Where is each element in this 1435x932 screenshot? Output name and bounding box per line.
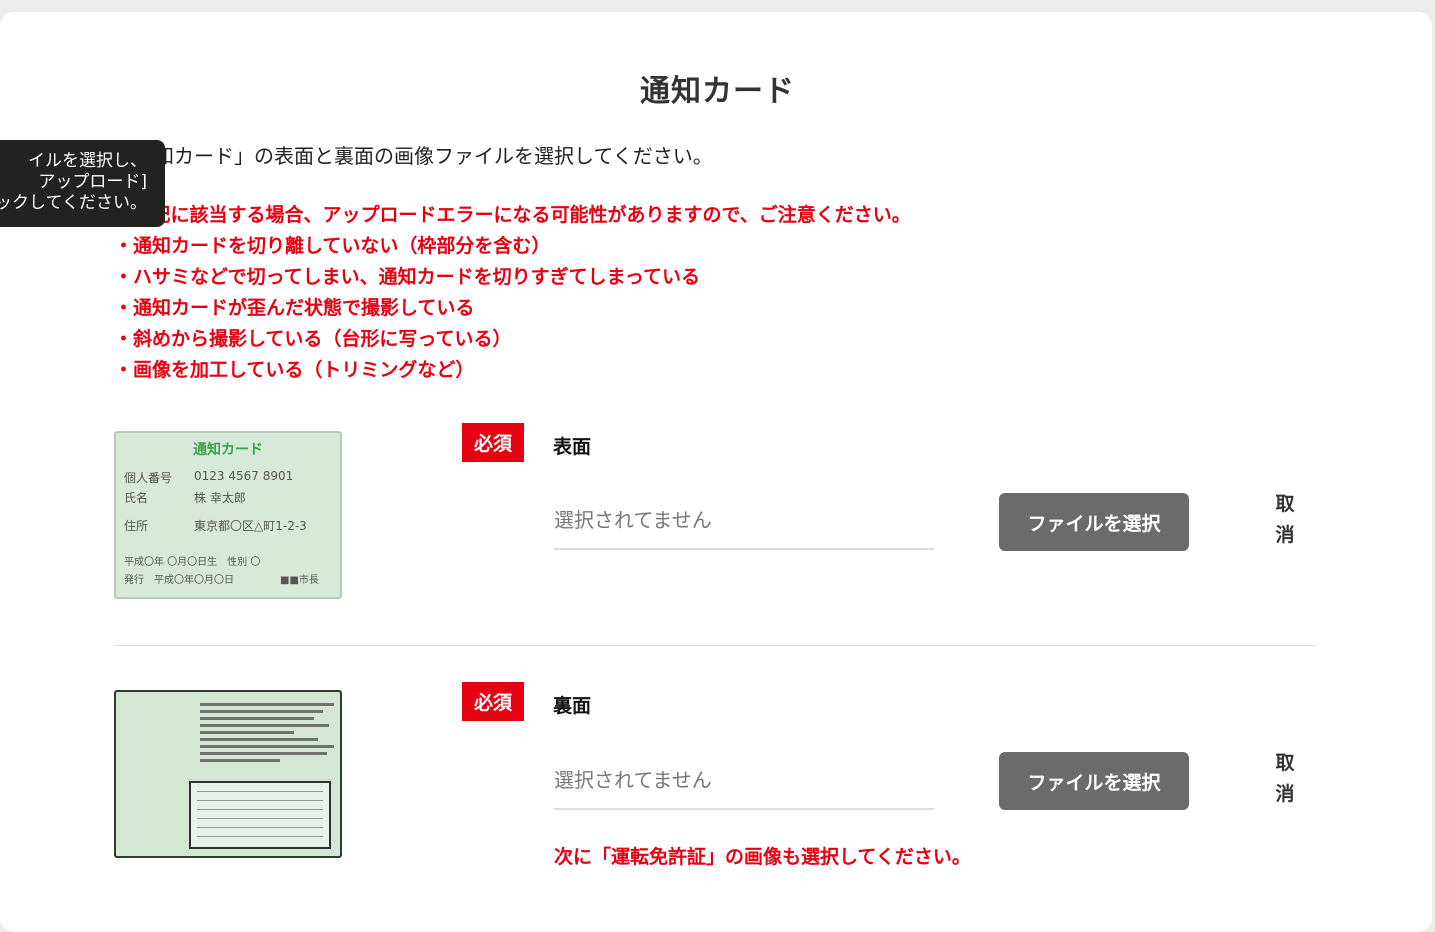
cancel-label: 取 消 — [1275, 493, 1295, 546]
back-fine-print — [200, 700, 334, 766]
caution-notes: ※下記に該当する場合、アップロードエラーになる可能性がありますので、ご注意くださ… — [114, 202, 911, 388]
back-choose-file-button[interactable]: ファイルを選択 — [999, 752, 1189, 810]
front-sample-image: 通知カード 個人番号 0123 4567 8901 氏名 株 幸太郎 住所 東京… — [114, 431, 342, 599]
section-divider — [114, 645, 1316, 646]
tooltip-line: ックしてください。 — [0, 193, 147, 213]
sample-name-label: 氏名 — [124, 491, 149, 505]
front-label: 表面 — [553, 436, 592, 458]
required-badge: 必須 — [462, 682, 524, 721]
intro-text: 「通知カード」の表面と裏面の画像ファイルを選択してください。 — [114, 144, 713, 168]
sample-issue-line: 発行 平成〇年〇月〇日 — [124, 575, 234, 586]
caution-item: ・斜めから撮影している（台形に写っている） — [114, 328, 512, 350]
back-cancel-button[interactable]: 取 消 — [1274, 748, 1296, 810]
caution-item: ・通知カードが歪んだ状態で撮影している — [114, 297, 475, 319]
required-badge: 必須 — [462, 423, 524, 462]
tooltip-line: イルを選択し、 — [28, 151, 147, 171]
help-tooltip: イルを選択し、 アップロード] ックしてください。 — [0, 140, 165, 227]
sample-issuer: ■■市長 — [280, 575, 319, 586]
front-cancel-button[interactable]: 取 消 — [1274, 489, 1296, 551]
sample-birth-line: 平成〇年 〇月〇日生 性別 〇 — [124, 557, 261, 568]
sample-number-label: 個人番号 — [124, 471, 173, 485]
caution-item: ・画像を加工している（トリミングなど） — [114, 359, 475, 381]
sample-card-title: 通知カード — [193, 442, 263, 458]
front-choose-file-button[interactable]: ファイルを選択 — [999, 493, 1189, 551]
sample-number-value: 0123 4567 8901 — [194, 469, 294, 483]
sample-address-label: 住所 — [124, 519, 149, 533]
page-title: 通知カード — [640, 74, 795, 109]
back-address-box — [189, 781, 331, 849]
next-step-message: 次に「運転免許証」の画像も選択してください。 — [554, 846, 971, 868]
front-file-field[interactable]: 選択されてません — [554, 494, 934, 550]
back-label: 裏面 — [553, 695, 592, 717]
back-sample-image — [114, 690, 342, 858]
sample-name-value: 株 幸太郎 — [194, 491, 246, 505]
caution-heading: ※下記に該当する場合、アップロードエラーになる可能性がありますので、ご注意くださ… — [114, 204, 911, 226]
tooltip-line: アップロード] — [38, 172, 147, 192]
sample-address-value: 東京都〇区△町1-2-3 — [194, 519, 307, 533]
caution-item: ・ハサミなどで切ってしまい、通知カードを切りすぎてしまっている — [114, 266, 700, 288]
caution-item: ・通知カードを切り離していない（枠部分を含む） — [114, 235, 551, 257]
cancel-label: 取 消 — [1275, 752, 1295, 805]
back-file-field[interactable]: 選択されてません — [554, 754, 934, 810]
